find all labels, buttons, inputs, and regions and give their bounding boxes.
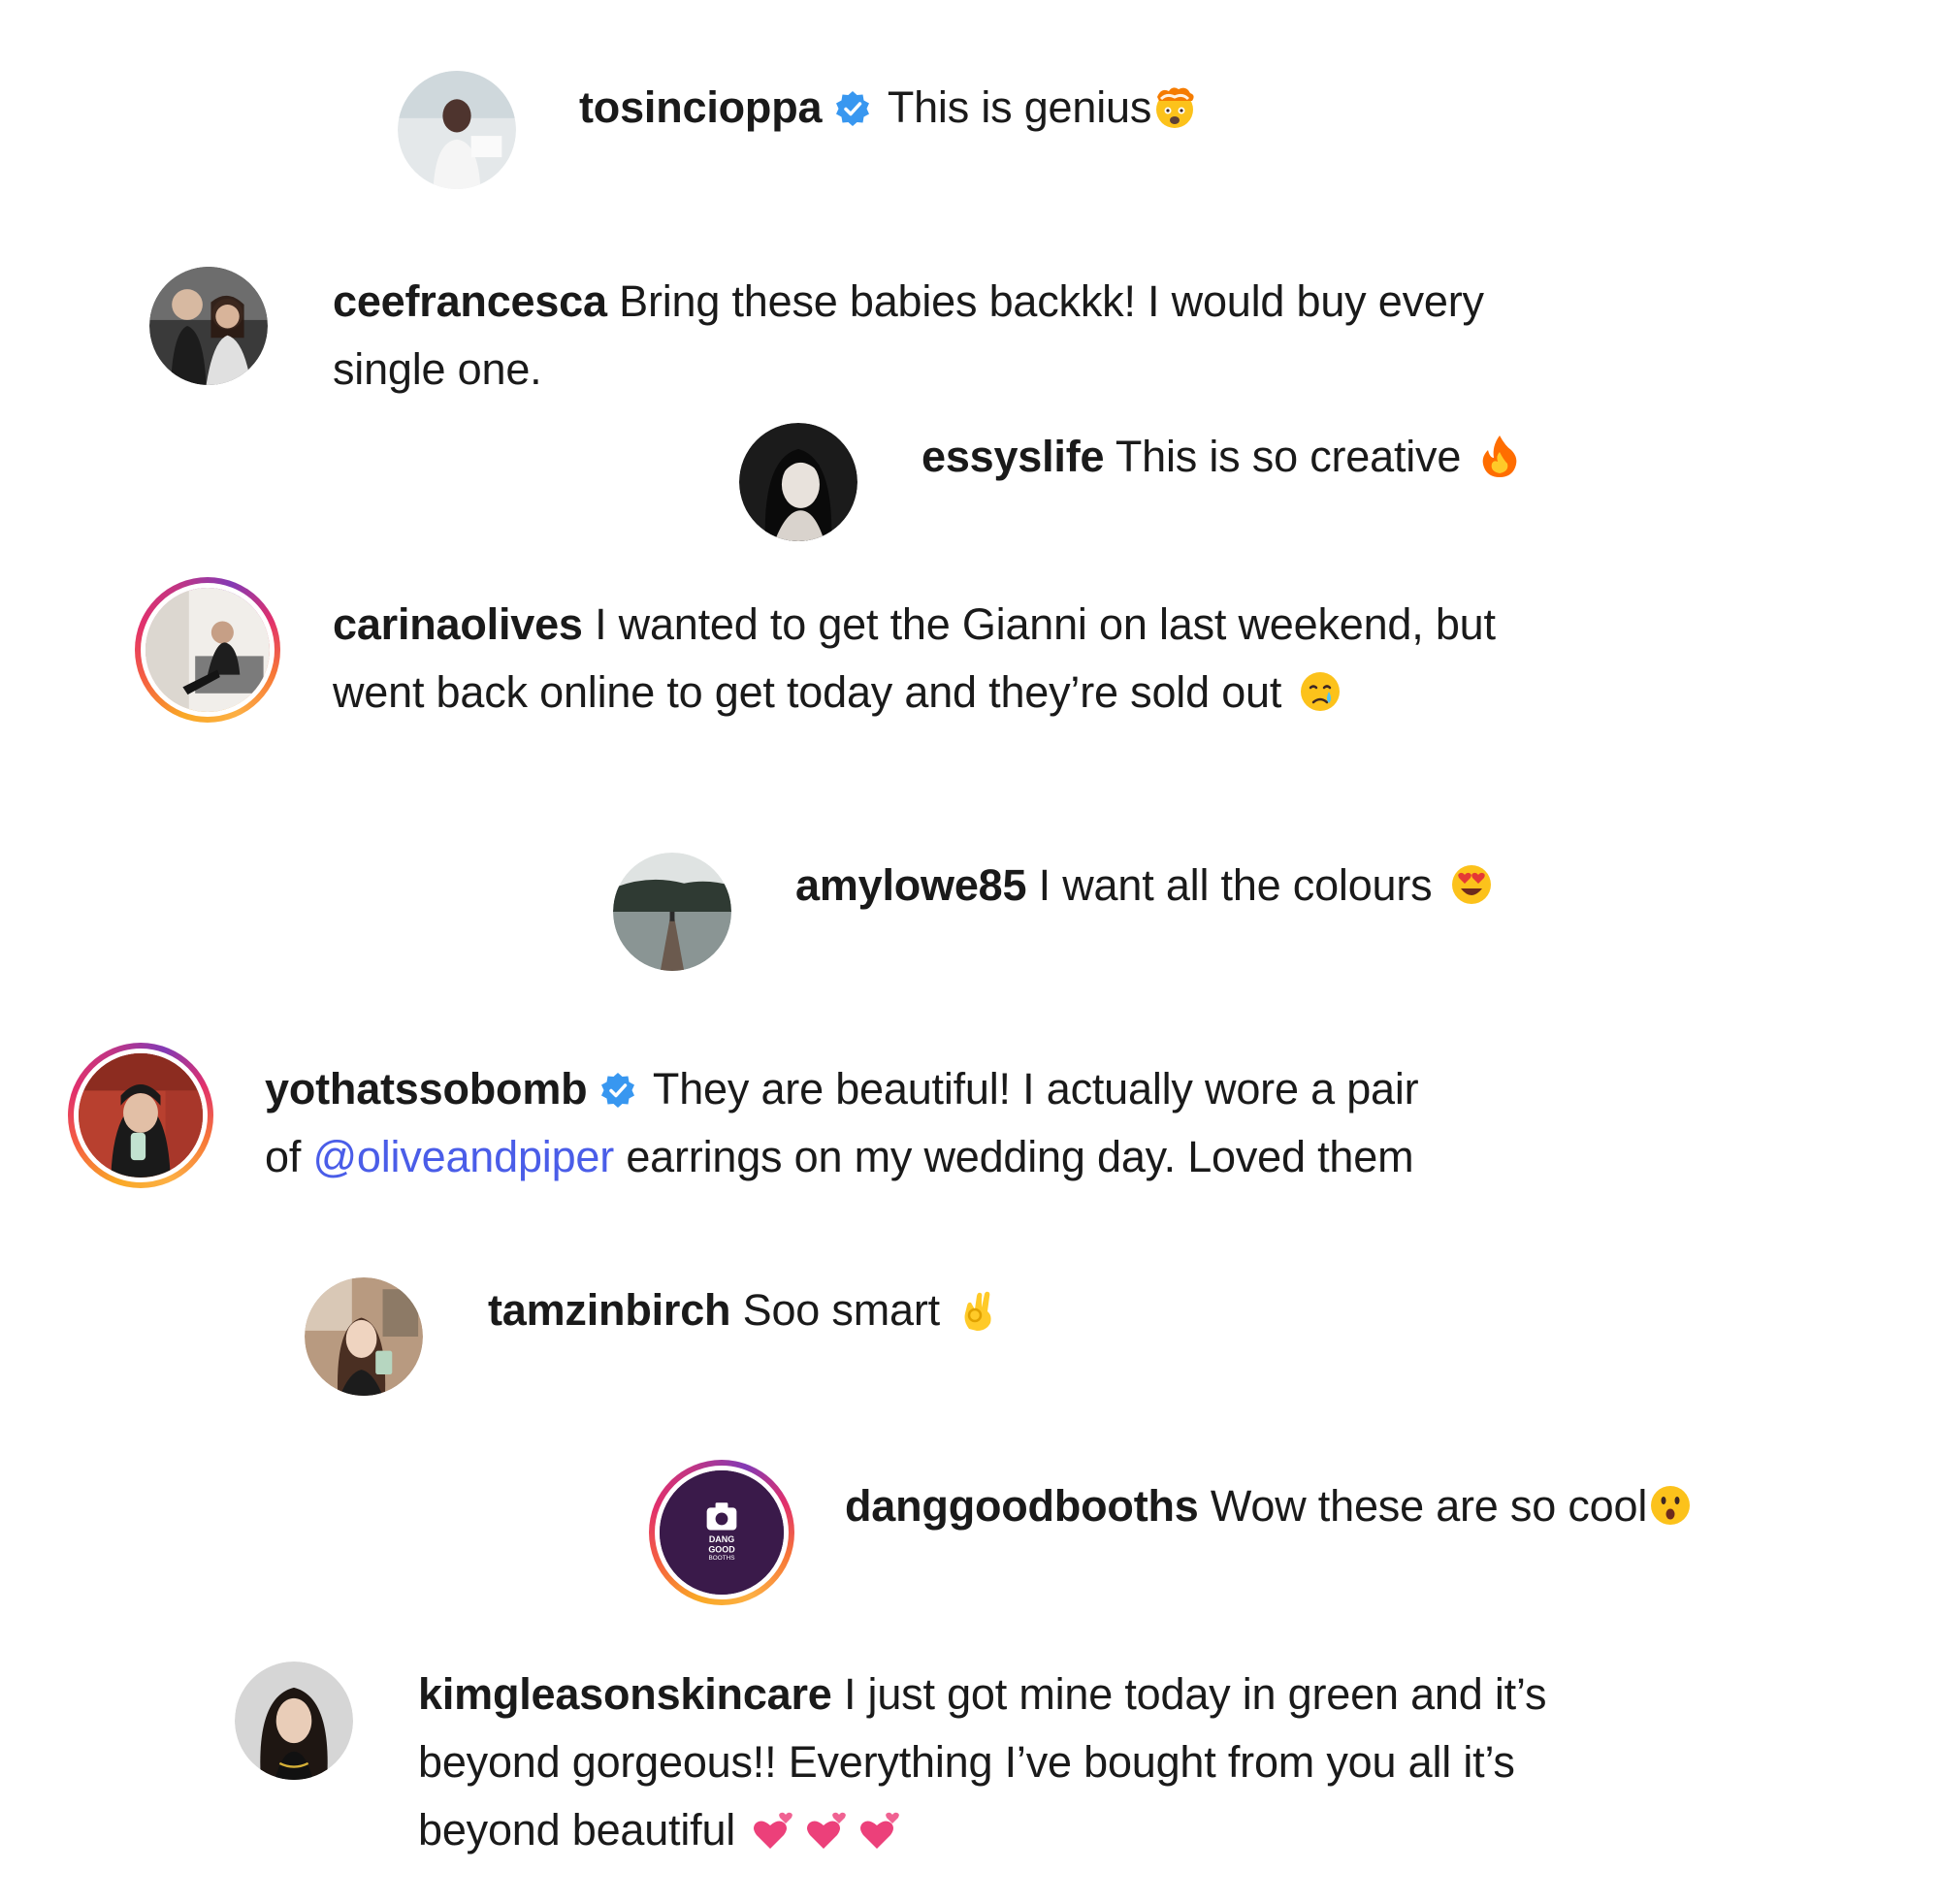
exploding-head-emoji <box>1151 83 1198 130</box>
avatar[interactable] <box>613 853 731 971</box>
comment-body: This is so creative <box>1115 432 1462 481</box>
username[interactable]: yothatssobomb <box>265 1064 588 1113</box>
username[interactable]: ceefrancesca <box>333 276 607 326</box>
comment-body: Wow these are so cool <box>1210 1481 1648 1531</box>
comment-body-line2: beyond gorgeous!! Everything I’ve bought… <box>418 1737 1515 1787</box>
avatar[interactable] <box>739 423 857 541</box>
verified-badge-icon <box>836 91 870 126</box>
username[interactable]: tamzinbirch <box>488 1285 731 1335</box>
avatar[interactable] <box>305 1277 423 1396</box>
comment-body-line2: single one. <box>333 344 542 394</box>
ok-hand-emoji <box>955 1286 1002 1333</box>
svg-text:GOOD: GOOD <box>708 1544 735 1554</box>
avatar[interactable] <box>398 71 516 189</box>
username[interactable]: carinaolives <box>333 599 583 649</box>
comment-body-line2-suffix: earrings on my wedding day. Loved them <box>626 1132 1414 1181</box>
comment-body-line2-prefix: of <box>265 1132 302 1181</box>
username[interactable]: tosincioppa <box>579 82 823 132</box>
comment-body: I want all the colours <box>1038 860 1433 910</box>
verified-badge-icon <box>601 1073 635 1108</box>
two-hearts-emoji <box>751 1806 916 1853</box>
avatar-with-story-ring[interactable]: DANG GOOD BOOTHS <box>649 1460 794 1605</box>
username[interactable]: kimgleasonskincare <box>418 1669 832 1719</box>
username[interactable]: danggoodbooths <box>845 1481 1199 1531</box>
comment-body-line3: beyond beautiful <box>418 1805 736 1855</box>
comment-body: Soo smart <box>742 1285 940 1335</box>
avatar[interactable] <box>235 1662 353 1780</box>
username[interactable]: essyslife <box>922 432 1105 481</box>
comment-body-line1: I just got mine today in green and it’s <box>843 1669 1547 1719</box>
mention-link[interactable]: @oliveandpiper <box>312 1132 614 1181</box>
svg-text:DANG: DANG <box>709 1534 734 1544</box>
avatar[interactable] <box>149 267 268 385</box>
avatar-with-story-ring[interactable] <box>68 1043 213 1188</box>
comment-body-line2: went back online to get today and they’r… <box>333 667 1282 717</box>
comment-body-line1: I wanted to get the Gianni on last weeke… <box>595 599 1496 649</box>
comment-body: This is genius <box>887 82 1152 132</box>
heart-eyes-emoji <box>1448 861 1495 908</box>
username[interactable]: amylowe85 <box>795 860 1027 910</box>
comment-body-line1: Bring these babies backkk! I would buy e… <box>619 276 1484 326</box>
svg-text:BOOTHS: BOOTHS <box>709 1555 735 1562</box>
avatar-with-story-ring[interactable] <box>135 577 280 723</box>
fire-emoji <box>1476 433 1523 479</box>
camera-logo-icon: DANG GOOD BOOTHS <box>660 1470 784 1595</box>
crying-face-emoji <box>1297 668 1343 715</box>
surprised-face-emoji <box>1647 1482 1694 1529</box>
comment-body-line1: They are beautiful! I actually wore a pa… <box>652 1064 1419 1113</box>
